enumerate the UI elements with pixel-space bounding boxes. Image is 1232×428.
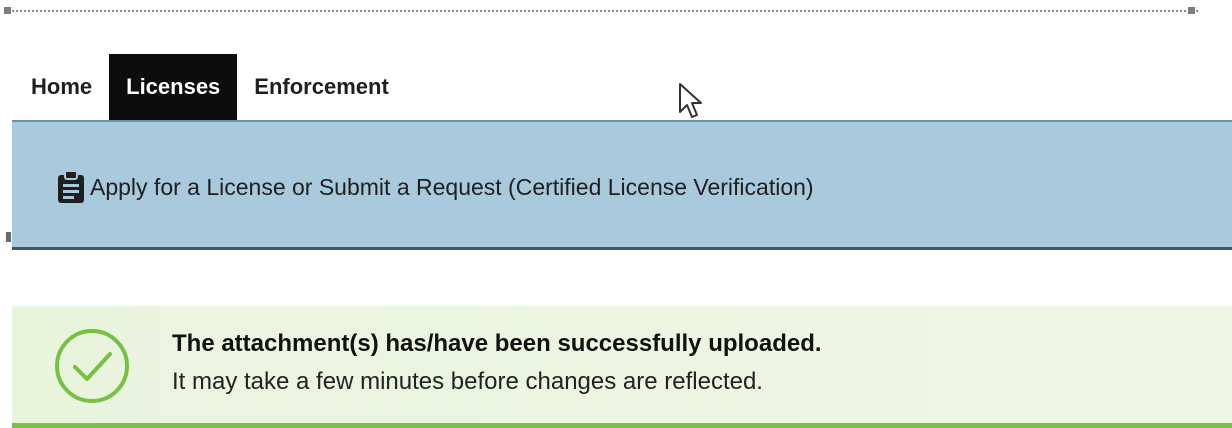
mouse-pointer-icon xyxy=(679,83,702,118)
side-resize-handle[interactable] xyxy=(6,232,11,242)
action-panel: Apply for a License or Submit a Request … xyxy=(12,120,1232,250)
nav-tab-enforcement-label: Enforcement xyxy=(254,74,389,99)
main-nav: Home Licenses Enforcement xyxy=(14,54,406,129)
success-title: The attachment(s) has/have been successf… xyxy=(172,330,822,357)
check-circle-icon xyxy=(55,329,129,403)
right-resize-handle[interactable] xyxy=(1188,7,1195,14)
clipboard-icon xyxy=(58,170,84,203)
apply-license-link[interactable]: Apply for a License or Submit a Request … xyxy=(56,170,814,204)
page: Home Licenses Enforcement Apply for a Li… xyxy=(0,0,1232,428)
apply-license-label: Apply for a License or Submit a Request … xyxy=(90,173,814,200)
success-message: It may take a few minutes before changes… xyxy=(172,368,763,395)
left-resize-handle[interactable] xyxy=(4,7,11,14)
nav-tab-home-label: Home xyxy=(31,74,93,99)
nav-tab-licenses[interactable]: Licenses xyxy=(109,54,238,129)
success-notification: The attachment(s) has/have been successf… xyxy=(12,306,1232,428)
top-dotted-divider xyxy=(8,10,1198,12)
nav-tab-home[interactable]: Home xyxy=(14,54,109,120)
nav-tab-licenses-label: Licenses xyxy=(126,74,221,99)
nav-tab-enforcement[interactable]: Enforcement xyxy=(237,54,405,120)
